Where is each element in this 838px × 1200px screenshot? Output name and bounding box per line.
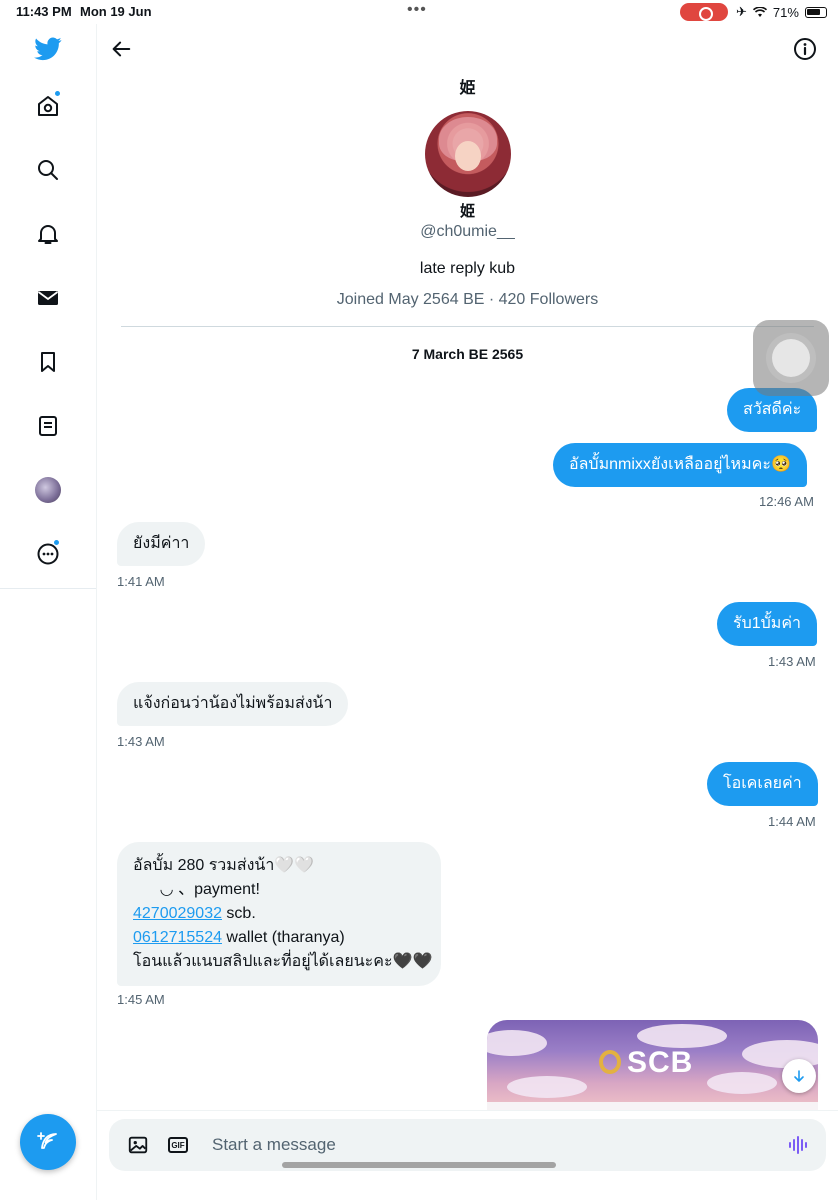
compose-tweet-icon	[37, 1132, 57, 1149]
message-timestamp: 1:41 AM	[117, 574, 165, 589]
twitter-logo-icon[interactable]	[33, 34, 63, 64]
message-bubble-incoming[interactable]: ยังมีค่าา	[117, 522, 206, 566]
lists-icon[interactable]	[33, 411, 63, 441]
message-bubble-outgoing[interactable]: โอเคเลยค่า	[707, 762, 818, 806]
image-attachment[interactable]: SCB	[487, 1020, 818, 1110]
profile-avatar-image	[35, 477, 61, 503]
arrow-down-icon	[794, 1070, 804, 1082]
multitasking-dots-icon[interactable]: •••	[407, 1, 427, 19]
message-bubble-outgoing[interactable]: อัลบั้มnmixxยังเหลืออยู่ไหมคะ🥺	[553, 443, 807, 487]
battery-icon	[804, 6, 827, 18]
profile-avatar[interactable]	[33, 475, 63, 505]
cloud-shape	[507, 1076, 587, 1098]
cloud-shape	[637, 1024, 727, 1048]
wifi-icon	[752, 6, 767, 17]
more-notification-dot	[53, 539, 60, 546]
cloud-shape	[707, 1072, 777, 1094]
scb-logo-icon	[599, 1050, 621, 1074]
message-timestamp: 1:43 AM	[768, 654, 816, 669]
message-input[interactable]	[212, 1132, 752, 1158]
screen-recording-icon[interactable]	[680, 3, 728, 21]
message-timestamp: 1:45 AM	[117, 992, 165, 1007]
sidebar-divider	[0, 588, 96, 589]
search-icon[interactable]	[33, 155, 63, 185]
receipt-edge	[487, 1102, 818, 1110]
image-upload-icon[interactable]	[126, 1133, 150, 1157]
message-bubble-incoming[interactable]: อัลบั้ม 280 รวมส่งน้า🤍🤍 ◡ 、payment! 4270…	[117, 842, 441, 986]
message-line: โอนแล้วแนบสลิปและที่อยู่ได้เลยนะคะ🖤🖤	[133, 953, 433, 970]
sidebar	[0, 24, 97, 1200]
notifications-icon[interactable]	[33, 219, 63, 249]
message-bubble-incoming[interactable]: แจ้งก่อนว่าน้องไม่พร้อมส่งน้า	[117, 682, 349, 726]
contact-avatar[interactable]	[425, 111, 511, 197]
back-arrow-icon[interactable]	[108, 36, 134, 62]
conversation-title: 姫	[459, 80, 476, 97]
message-line: อัลบั้ม 280 รวมส่งน้า🤍🤍	[133, 857, 315, 874]
composer-area: GIF	[97, 1110, 838, 1200]
profile-divider	[121, 326, 814, 327]
cloud-shape	[487, 1030, 547, 1056]
conversation-panel: 姫 姫 @ch0umie__ late reply kub Joined May…	[97, 24, 838, 1200]
status-time: 11:43 PM	[16, 4, 72, 19]
bookmarks-icon[interactable]	[33, 347, 63, 377]
voice-message-icon[interactable]	[786, 1133, 810, 1157]
wallet-number-link[interactable]: 0612715524	[133, 929, 222, 946]
status-right: ✈ 71%	[736, 4, 827, 20]
battery-percent: 71%	[772, 4, 799, 20]
messages-icon[interactable]	[33, 283, 63, 313]
airplane-icon: ✈	[736, 4, 747, 19]
contact-joined-followers: Joined May 2564 BE · 420 Followers	[336, 291, 599, 308]
message-line: 4270029032 scb.	[133, 902, 425, 926]
home-notification-dot	[54, 90, 61, 97]
message-line: 0612715524 wallet (tharanya)	[133, 926, 425, 950]
gif-label: GIF	[168, 1137, 188, 1153]
contact-handle[interactable]: @ch0umie__	[97, 223, 838, 241]
message-bubble-outgoing[interactable]: รับ1บั้มค่า	[717, 602, 818, 646]
status-date: Mon 19 Jun	[80, 4, 152, 19]
more-icon[interactable]	[33, 539, 63, 569]
info-icon[interactable]	[792, 36, 818, 62]
date-separator: 7 March BE 2565	[411, 346, 524, 362]
home-indicator[interactable]	[282, 1162, 556, 1168]
account-number-link[interactable]: 4270029032	[133, 905, 222, 922]
home-icon[interactable]	[33, 90, 63, 121]
wallet-suffix: wallet (tharanya)	[221, 929, 345, 946]
message-line: ◡ 、payment!	[133, 881, 260, 898]
contact-display-name[interactable]: 姫	[97, 200, 838, 221]
compose-tweet-button[interactable]	[20, 1114, 76, 1170]
gif-icon[interactable]: GIF	[166, 1133, 190, 1157]
assistive-touch-button[interactable]	[753, 320, 829, 396]
assistive-touch-icon	[772, 339, 810, 377]
scb-brand-text: SCB	[627, 1046, 694, 1079]
status-bar: 11:43 PM Mon 19 Jun ••• ✈ 71%	[0, 0, 838, 24]
account-suffix: scb.	[221, 905, 256, 922]
contact-bio: late reply kub	[419, 260, 516, 277]
scroll-to-bottom-button[interactable]	[782, 1059, 816, 1093]
message-timestamp: 12:46 AM	[759, 494, 814, 509]
message-timestamp: 1:44 AM	[768, 814, 816, 829]
message-timestamp: 1:43 AM	[117, 734, 165, 749]
